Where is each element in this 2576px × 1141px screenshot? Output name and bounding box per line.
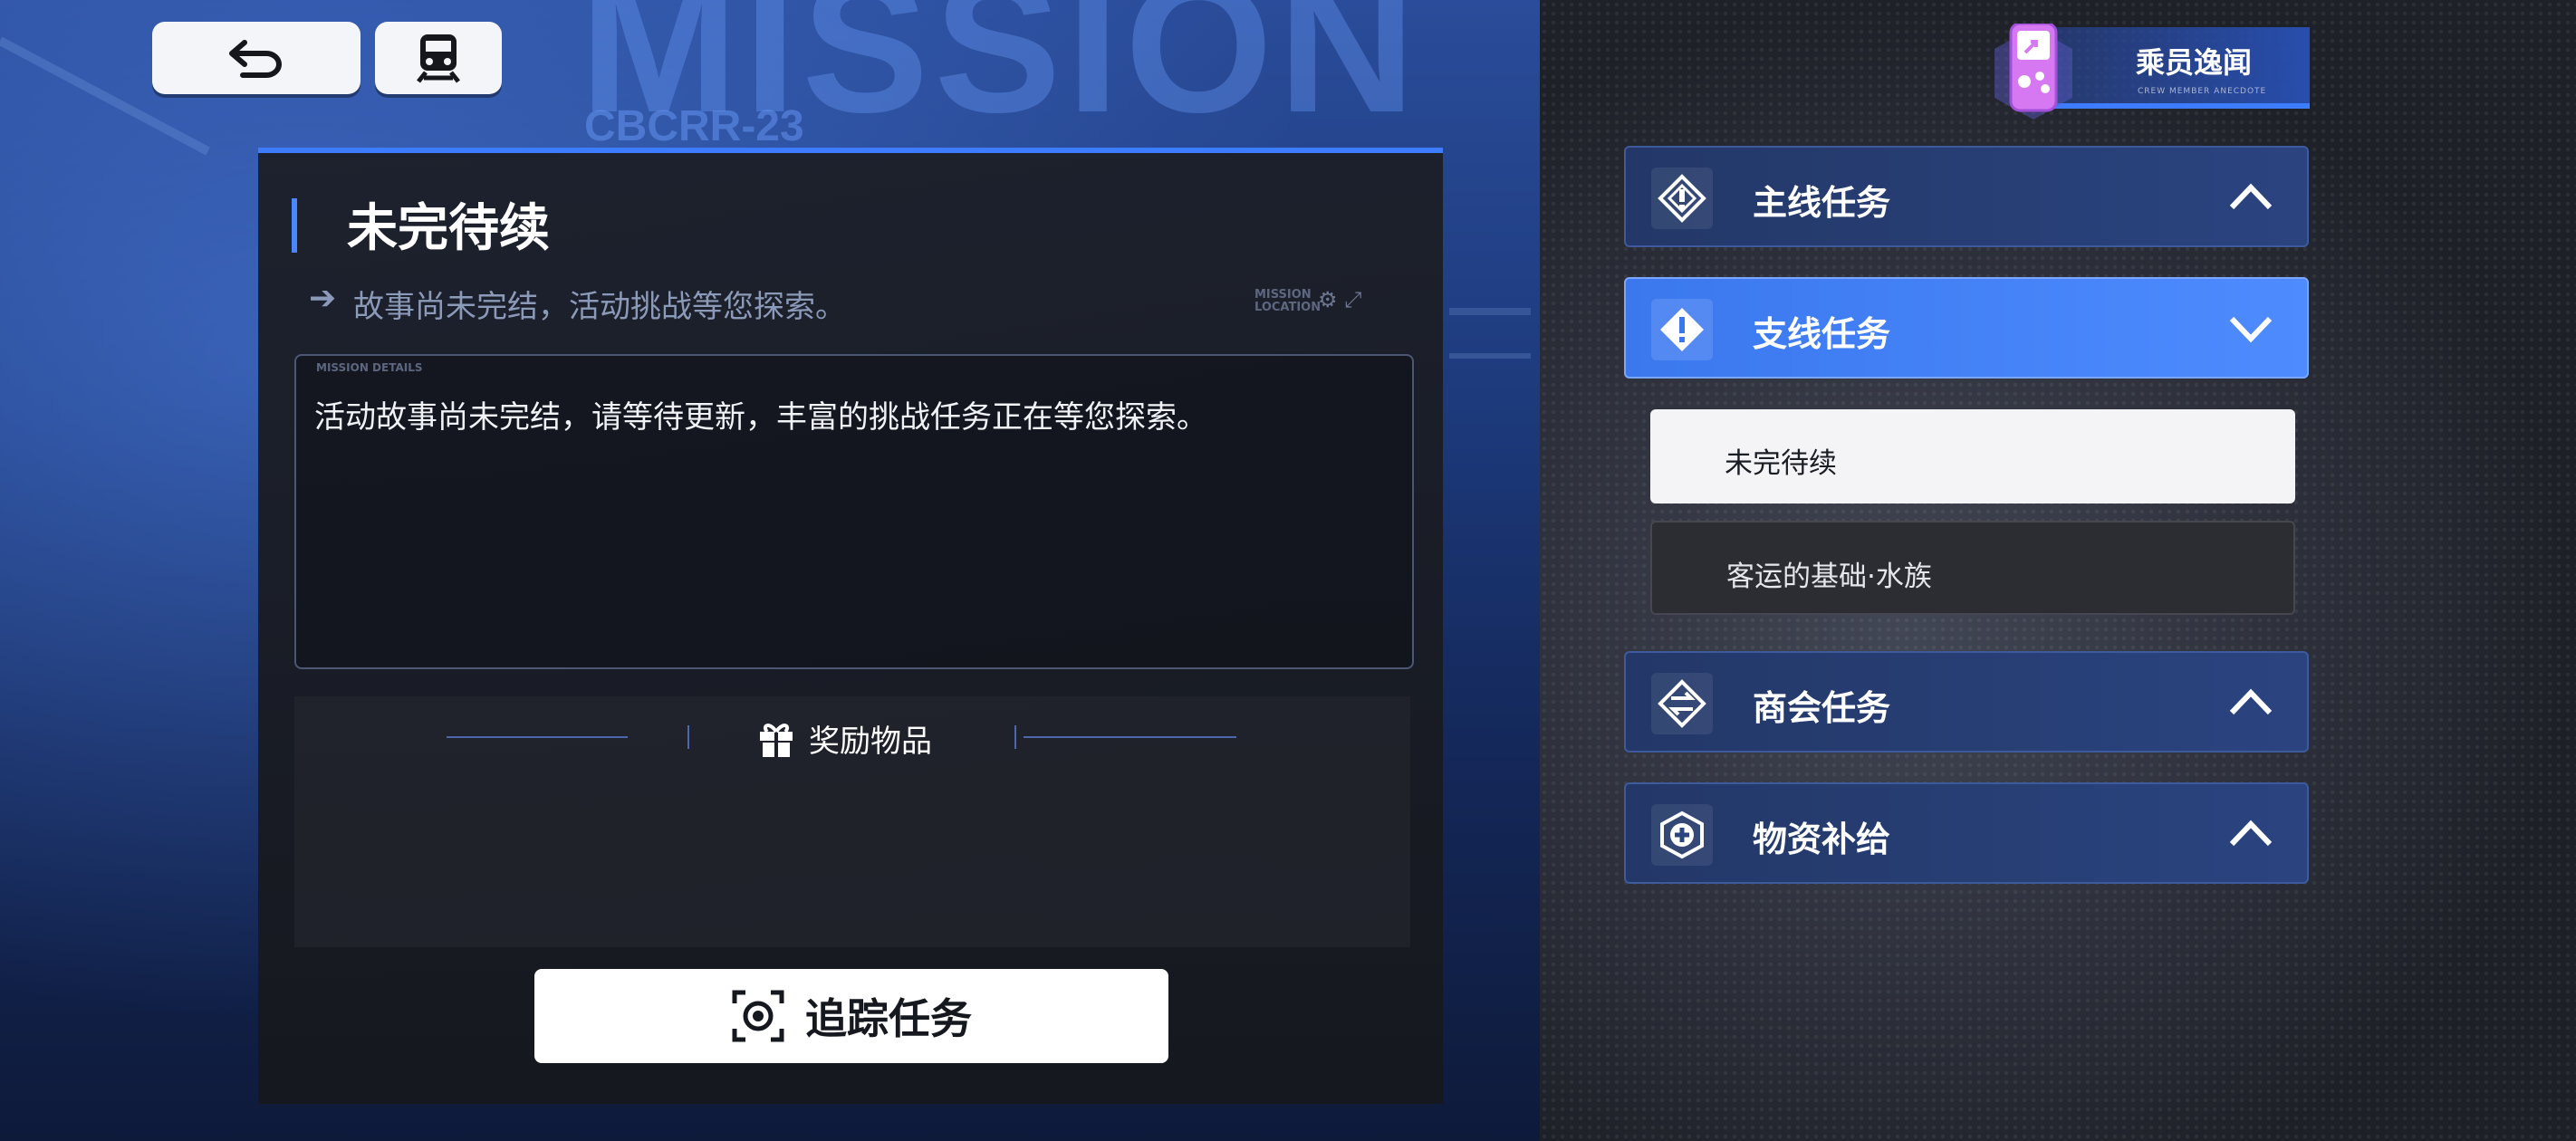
expand-icon: ⤢ [1344, 287, 1362, 312]
crew-anecdote-sub: CREW MEMBER ANECDOTE [2138, 87, 2267, 96]
back-button[interactable] [152, 22, 360, 94]
train-icon [417, 34, 460, 83]
track-mission-button[interactable]: 追踪任务 [534, 969, 1168, 1063]
supplies-icon [1651, 804, 1713, 866]
category-label: 商会任务 [1753, 688, 1891, 728]
mission-code-watermark: CBCRR-23 [584, 102, 804, 150]
side-mission-label: 客运的基础·水族 [1726, 561, 1932, 593]
side-quest-icon [1651, 299, 1713, 360]
category-supplies[interactable]: 物资补给 [1624, 782, 2309, 884]
rewards-header: 奖励物品 [756, 716, 932, 761]
details-text: 活动故事尚未完结，请等待更新，丰富的挑战任务正在等您探索。 [314, 399, 1207, 436]
divider-tick [1014, 725, 1016, 749]
mission-subtitle: 故事尚未完结，活动挑战等您探索。 [353, 289, 846, 325]
category-commerce-quest[interactable]: 商会任务 [1624, 651, 2309, 753]
mission-detail-panel: 未完待续 ➔ 故事尚未完结，活动挑战等您探索。 MISSION LOCATION… [258, 148, 1443, 1104]
rewards-title: 奖励物品 [809, 724, 932, 760]
main-quest-icon [1651, 168, 1713, 229]
side-mission-item[interactable]: 客运的基础·水族 [1650, 521, 2295, 615]
commerce-quest-icon [1651, 673, 1713, 734]
rewards-section: 奖励物品 [294, 696, 1410, 947]
chevron-up-icon [2229, 820, 2273, 847]
category-label: 支线任务 [1753, 314, 1891, 354]
mission-title: 未完待续 [347, 199, 550, 258]
category-label: 物资补给 [1753, 820, 1891, 859]
track-target-icon [732, 990, 784, 1042]
chevron-down-icon [2229, 316, 2273, 343]
mission-details-box: MISSION DETAILS 活动故事尚未完结，请等待更新，丰富的挑战任务正在… [294, 354, 1414, 669]
gift-icon [760, 723, 793, 757]
gear-icon: ⚙ [1318, 287, 1338, 312]
train-button[interactable] [375, 22, 502, 94]
details-label: MISSION DETAILS [316, 361, 423, 374]
crew-anecdote-label: 乘员逸闻 [2136, 45, 2253, 80]
category-label: 主线任务 [1753, 183, 1891, 223]
category-main-quest[interactable]: 主线任务 [1624, 146, 2309, 247]
arrow-right-icon: ➔ [309, 280, 337, 317]
side-mission-label: 未完待续 [1725, 447, 1837, 480]
chevron-up-icon [2229, 688, 2273, 715]
category-side-quest[interactable]: 支线任务 [1624, 277, 2309, 379]
location-mark: MISSION LOCATION [1254, 288, 1322, 314]
location-icons: ⚙ ⤢ [1318, 287, 1361, 312]
side-mission-item[interactable]: 未完待续 [1650, 409, 2295, 503]
divider [447, 736, 628, 738]
track-mission-label: 追踪任务 [805, 994, 972, 1043]
chevron-up-icon [2229, 183, 2273, 210]
divider [1024, 736, 1236, 738]
title-accent-bar [292, 198, 297, 253]
game-console-icon [1994, 24, 2072, 120]
crew-anecdote-button[interactable]: 乘员逸闻 CREW MEMBER ANECDOTE [1984, 24, 2310, 120]
divider-tick [687, 725, 689, 749]
back-arrow-icon [229, 40, 282, 78]
